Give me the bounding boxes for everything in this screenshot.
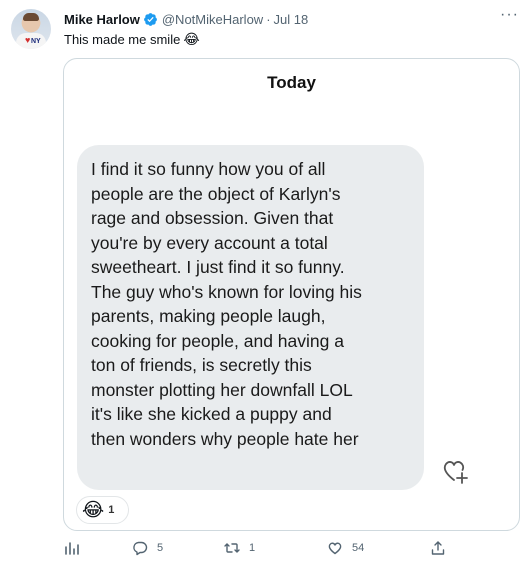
tweet-text: This made me smile 😂 [64, 30, 200, 49]
tweet-text-emoji: 😂 [183, 31, 200, 47]
reaction-pill: 😂 1 [76, 496, 129, 524]
share-upload-icon [431, 541, 445, 555]
author-handle[interactable]: @NotMikeHarlow [162, 12, 263, 27]
share-button[interactable] [430, 540, 446, 556]
heart-add-icon [443, 461, 468, 484]
tweet-text-body: This made me smile [64, 32, 181, 47]
verified-badge-icon [143, 12, 157, 26]
like-button[interactable]: 54 [327, 540, 364, 556]
heart-icon [328, 542, 342, 555]
message-bubble: I find it so funny how you of all people… [77, 145, 424, 490]
reply-count: 5 [157, 542, 164, 554]
media-screenshot[interactable]: Today I find it so funny how you of all … [63, 58, 520, 531]
analytics-button[interactable] [64, 540, 80, 556]
tweet[interactable]: ♥ NY Mike Harlow @NotMikeHarlow · Jul 18… [0, 0, 531, 577]
retweet-button[interactable]: 1 [224, 540, 255, 556]
message-text: I find it so funny how you of all people… [91, 159, 362, 449]
retweet-count: 1 [249, 542, 256, 554]
avatar[interactable]: ♥ NY [11, 9, 51, 49]
tweet-date[interactable]: Jul 18 [274, 12, 309, 27]
media-title: Today [267, 73, 316, 92]
avatar-heart-icon: ♥ [25, 35, 31, 45]
speech-bubble-icon [133, 541, 148, 556]
avatar-ny-text: NY [31, 38, 41, 45]
reaction-count: 1 [108, 504, 115, 516]
reaction-emoji: 😂 [82, 499, 105, 521]
action-bar: 5 1 54 [64, 540, 464, 560]
tweet-header: Mike Harlow @NotMikeHarlow · Jul 18 [64, 10, 308, 28]
author-name[interactable]: Mike Harlow [64, 12, 140, 27]
avatar-hair [23, 13, 39, 21]
more-options-icon[interactable]: ··· [500, 6, 519, 24]
header-separator: · [266, 11, 271, 27]
like-count: 54 [352, 542, 365, 554]
reply-button[interactable]: 5 [132, 540, 163, 556]
retweet-arrows-icon [224, 543, 240, 553]
bar-chart-icon [65, 542, 79, 555]
